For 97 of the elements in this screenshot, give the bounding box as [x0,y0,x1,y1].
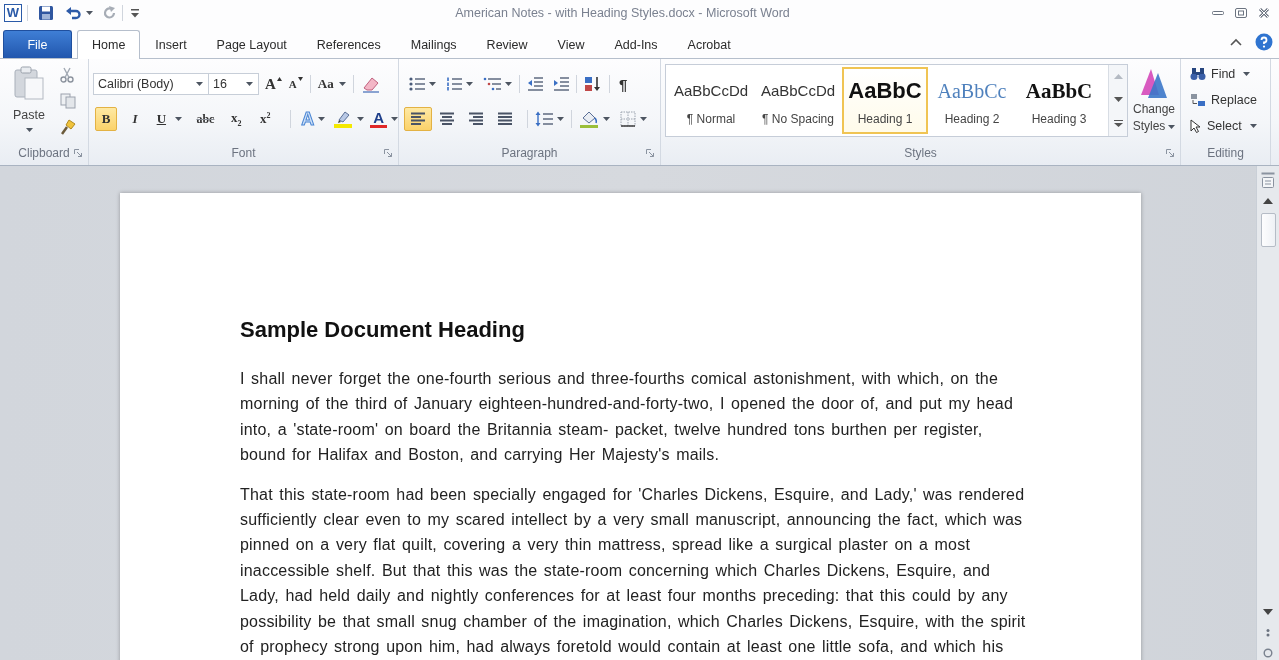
scroll-up-arrow-icon[interactable] [1263,198,1273,204]
dialog-launcher-icon[interactable] [384,149,392,157]
dialog-launcher-icon[interactable] [1166,149,1174,157]
caret-icon[interactable] [466,82,473,86]
caret-icon[interactable] [640,117,647,121]
eraser-icon[interactable] [360,75,381,93]
ribbon-tab[interactable]: Insert [140,30,202,58]
ribbon-tab[interactable]: Mailings [395,30,472,58]
replace-icon [1190,93,1206,107]
font-color-button[interactable]: A [370,108,398,130]
highlighter-icon[interactable] [333,110,354,128]
binoculars-icon [1190,67,1206,81]
ribbon-tab[interactable]: Home [77,30,141,59]
save-icon[interactable] [38,5,54,21]
window-title: American Notes - with Heading Styles.docx - Microsoft Word [454,6,791,20]
scroll-down-icon[interactable] [1113,97,1123,102]
caret-icon [25,128,33,132]
change-styles-button[interactable]: Change Styles [1130,64,1178,144]
body-paragraph: That this state-room had been specially engaged for 'Charles Dickens, Esquire, and Lady,' was rendered sufficiently clear even to my scared intellect by a very small manuscript, announcing the fact, which was pinned on a very flat quilt, covering a very thin mattress, spread like a surgical plaster on a most inaccessible shelf. But that this was the state-room concerning which Charles Dickens, Esquire, and Lady, had held daily and nightly conferences for at least four months preceding: that this could by any possibility be that small snug chamber of the imagination, which Charles Dickens, Esquire, with the spirit of prophecy strong upon him, had always foretold would contain at least one little sofa, and which his [240,484,1027,658]
scissors-icon[interactable] [60,67,74,83]
increase-indent-icon[interactable] [553,77,569,91]
decrease-indent-icon[interactable] [527,77,543,91]
superscript-button[interactable]: x$^{2}$ [254,107,277,131]
caret-icon [391,117,398,121]
two-dots-icon[interactable] [1265,629,1271,637]
find-button[interactable]: Find [1190,62,1270,86]
caret-icon [1168,124,1176,129]
ribbon-tab[interactable]: View [542,30,600,58]
group-label: Paragraph [501,146,558,160]
shrink-font-button[interactable]: A [288,73,303,95]
circle-icon[interactable] [1263,648,1273,658]
font-size-field[interactable]: 16 [209,73,259,95]
numbered-list-icon[interactable] [446,77,462,91]
caret-icon [246,82,253,86]
caret-icon [196,82,203,86]
scroll-down-arrow-icon[interactable] [1263,609,1273,615]
ribbon-tab[interactable]: Review [471,30,543,58]
restore-icon[interactable] [1234,7,1248,19]
group-label: Editing [1207,146,1244,160]
caret-icon[interactable] [603,117,610,121]
borders-icon[interactable] [620,111,636,127]
scroll-thumb[interactable] [1260,213,1276,247]
show-marks-button[interactable]: ¶ [617,73,630,95]
dialog-launcher-icon[interactable] [74,149,82,157]
replace-button[interactable]: Replace [1190,88,1270,112]
clipboard-icon [14,66,44,100]
body-paragraph: I shall never forget the one-fourth serious and three-fourths comical astonishment, with which, on the morning of the third of January eighteen-hundred-and-forty-two, I opened the door of, and put my head into, a 'state-room' on board the Britannia steam- packet, twelve hundred tons burthen per register, bound for Halifax and Boston, and carrying Her Majesty's mails. [240,369,1014,466]
style-item[interactable]: AaBbCcDd ¶ Normal [668,67,754,134]
app-logo[interactable]: W [4,4,22,22]
group-label: Styles [904,146,937,160]
caret-icon [318,117,326,121]
ribbon-tab[interactable]: References [301,30,396,58]
overlapping-triangles-icon [1139,67,1169,99]
style-item[interactable]: AaBbC Heading 1 [842,67,928,134]
paste-button[interactable]: Paste [6,66,52,140]
paint-bucket-icon[interactable] [579,110,599,128]
caret-icon[interactable] [557,117,564,121]
caret-icon[interactable] [357,117,365,121]
more-icon[interactable] [1113,120,1123,127]
style-item[interactable]: AaBbCc Heading 2 [929,67,1015,134]
ribbon-tab[interactable]: Add-Ins [599,30,673,58]
ribbon-tab[interactable]: Page Layout [201,30,302,58]
close-icon[interactable] [1257,7,1271,19]
underline-button[interactable]: U [153,107,186,131]
change-case-button[interactable]: Aa [317,73,346,95]
align-left-icon[interactable] [404,107,432,131]
caret-icon [338,82,346,86]
undo-icon[interactable] [66,6,82,20]
caret-icon[interactable] [505,82,512,86]
select-button[interactable]: Select [1190,114,1270,138]
caret-icon[interactable] [429,82,436,86]
group-label: Font [231,146,256,160]
italic-button[interactable]: I [124,107,146,131]
document-heading: Sample Document Heading [240,316,526,344]
style-item[interactable]: AaBbCcDd ¶ No Spacing [755,67,841,134]
font-name-field[interactable]: Calibri (Body) [93,73,209,95]
dialog-launcher-icon[interactable] [646,149,654,157]
up-caret-icon [276,77,282,81]
down-caret-icon [297,77,303,81]
customize-menu-icon[interactable] [131,8,139,18]
bold-button[interactable]: B [95,107,117,131]
multilevel-list-icon[interactable] [483,77,501,91]
line-spacing-icon[interactable] [535,111,553,127]
sort-icon[interactable] [584,76,602,92]
help-icon[interactable] [1255,33,1273,51]
caret-icon[interactable] [86,11,93,15]
ruler-toggle-icon[interactable] [1261,172,1275,188]
grow-font-button[interactable]: A [265,73,282,95]
paintbrush-icon[interactable] [60,119,76,135]
style-item[interactable]: AaBbC Heading 3 [1016,67,1102,134]
cursor-arrow-icon [1190,119,1202,133]
group-label: Clipboard [18,146,70,160]
ribbon-tab[interactable]: Acrobat [672,30,746,58]
file-tab[interactable]: File [3,30,72,58]
subscript-button[interactable]: x$_{2}$ [225,107,248,131]
collapse-ribbon-icon[interactable] [1230,38,1242,46]
bullet-list-icon[interactable] [409,77,425,91]
